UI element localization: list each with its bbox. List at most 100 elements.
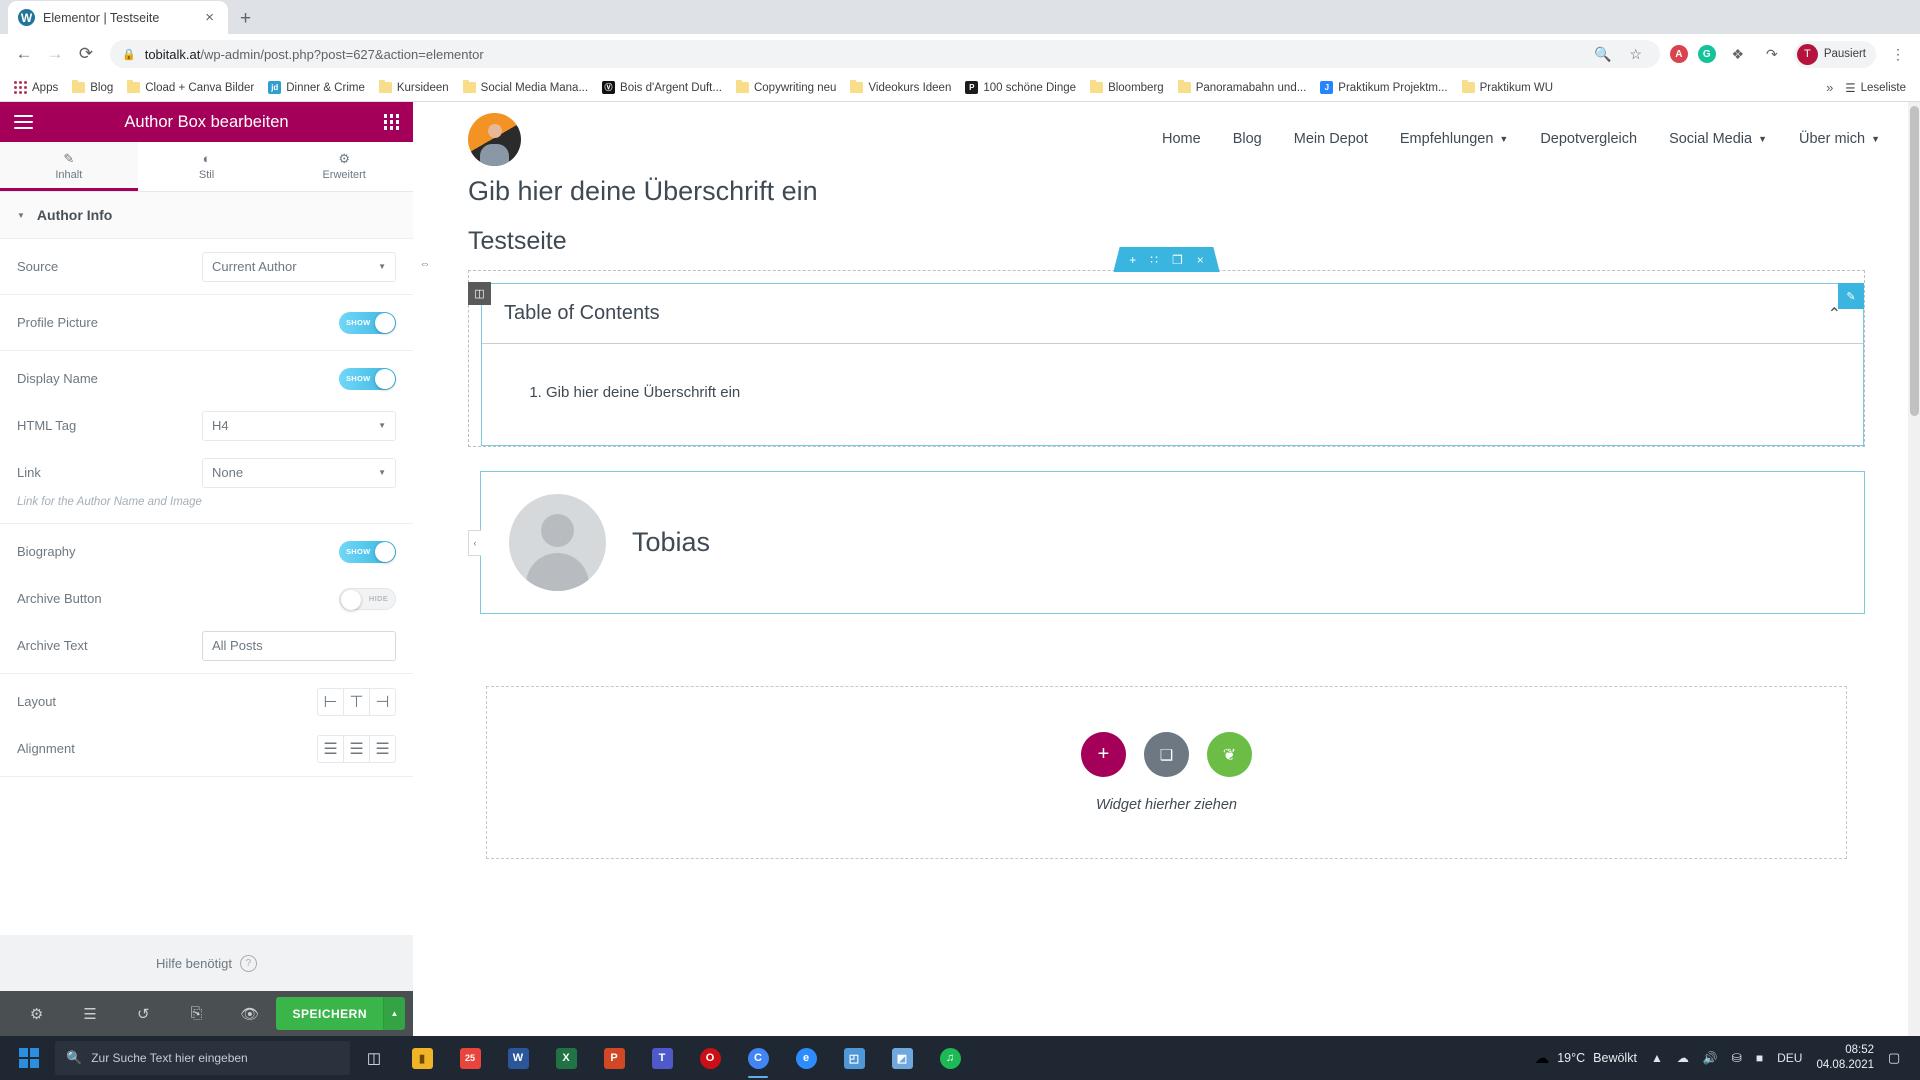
taskbar-search[interactable]: 🔍 Zur Suche Text hier eingeben: [55, 1041, 350, 1075]
source-select[interactable]: Current Author ▼: [202, 251, 396, 282]
bookmark-social-media-mana[interactable]: Social Media Mana...: [457, 79, 594, 97]
biography-toggle[interactable]: SHOW: [339, 540, 396, 563]
start-button[interactable]: [6, 1036, 52, 1080]
display-name-toggle[interactable]: SHOW: [339, 367, 396, 390]
puzzle-extension-icon[interactable]: ❖: [1726, 42, 1750, 66]
new-tab-button[interactable]: +: [240, 8, 251, 30]
delete-icon[interactable]: ×: [1197, 254, 1204, 266]
settings-gear-icon[interactable]: ⚙: [10, 1005, 63, 1023]
bookmark-bois-dargent-duft[interactable]: Ⓥ Bois d'Argent Duft...: [596, 78, 728, 97]
bookmark-apps[interactable]: Apps: [8, 78, 64, 97]
weather-widget[interactable]: ☁ 19°C Bewölkt: [1534, 1049, 1637, 1067]
widget-collapse-icon[interactable]: ‹: [468, 529, 481, 556]
language-indicator[interactable]: DEU: [1777, 1051, 1802, 1065]
nav-link-social-media[interactable]: Social Media ▼: [1669, 131, 1767, 147]
scrollbar-thumb[interactable]: [1910, 106, 1919, 416]
column-handle-icon[interactable]: ◫: [468, 282, 491, 305]
taskbar-app-file-explorer[interactable]: ▮: [398, 1036, 446, 1080]
profile-chip[interactable]: T Pausiert: [1793, 40, 1876, 68]
chrome-menu-icon[interactable]: ⋮: [1886, 42, 1910, 66]
battery-icon[interactable]: ■: [1756, 1051, 1763, 1065]
panel-resize-handle[interactable]: ⇔: [413, 257, 437, 271]
question-icon[interactable]: ?: [239, 954, 257, 972]
bookmark-panoramabahn-und[interactable]: Panoramabahn und...: [1172, 79, 1313, 97]
link-select[interactable]: None ▼: [202, 457, 396, 488]
tab-stil[interactable]: ◐ Stil: [138, 142, 276, 191]
bookmark-dinner-crime[interactable]: jd Dinner & Crime: [262, 78, 371, 97]
archive-button-toggle[interactable]: HIDE: [339, 587, 396, 610]
onedrive-icon[interactable]: ☁: [1677, 1051, 1689, 1065]
author-box-widget[interactable]: ‹ Tobias: [468, 471, 1865, 614]
nav-link-blog[interactable]: Blog: [1233, 131, 1262, 147]
align-right-icon[interactable]: ☰: [369, 734, 396, 763]
taskbar-app-chrome[interactable]: C: [734, 1036, 782, 1080]
close-icon[interactable]: ×: [201, 8, 218, 27]
search-zoom-icon[interactable]: 🔍: [1591, 42, 1615, 66]
browser-tab[interactable]: W Elementor | Testseite ×: [8, 1, 228, 34]
bookmark-copywriting-neu[interactable]: Copywriting neu: [730, 79, 842, 97]
taskbar-clock[interactable]: 08:52 04.08.2021: [1816, 1043, 1874, 1072]
navigator-layers-icon[interactable]: ☰: [63, 1005, 116, 1023]
save-options-caret-icon[interactable]: ▲: [383, 997, 405, 1030]
taskbar-app-excel[interactable]: X: [542, 1036, 590, 1080]
layout-right-icon[interactable]: ⊣: [369, 687, 396, 716]
back-icon[interactable]: ←: [10, 40, 38, 68]
reading-list-button[interactable]: ☰ Leseliste: [1845, 81, 1906, 95]
grammarly-extension-icon[interactable]: G: [1697, 45, 1716, 63]
history-revisions-icon[interactable]: ↺: [117, 1005, 170, 1023]
add-element-icon[interactable]: +: [1129, 254, 1136, 266]
profile-picture-toggle[interactable]: SHOW: [339, 311, 396, 334]
bookmark-praktikum-wu[interactable]: Praktikum WU: [1456, 79, 1559, 97]
archive-text-input[interactable]: [202, 630, 396, 661]
lastpass-extension-icon[interactable]: ↷: [1760, 42, 1784, 66]
table-of-contents-widget[interactable]: ✎ Table of Contents ⌃ Gib hier deine Übe…: [481, 283, 1864, 446]
preview-eye-icon[interactable]: 👁: [223, 1005, 276, 1023]
nav-link-mein-depot[interactable]: Mein Depot: [1294, 131, 1368, 147]
taskbar-app-spotify[interactable]: ♫: [926, 1036, 974, 1080]
widget-dropzone[interactable]: + ❑ ❦ Widget hierher ziehen: [486, 686, 1847, 859]
notification-center-icon[interactable]: ▢: [1888, 1050, 1904, 1066]
taskbar-app-paint[interactable]: ◩: [878, 1036, 926, 1080]
address-bar[interactable]: 🔒 tobitalk.at/wp-admin/post.php?post=627…: [110, 40, 1660, 68]
star-icon[interactable]: ☆: [1624, 42, 1648, 66]
volume-icon[interactable]: 🔊: [1703, 1051, 1718, 1065]
nav-link-empfehlungen[interactable]: Empfehlungen ▼: [1400, 131, 1508, 147]
taskbar-app-edge[interactable]: e: [782, 1036, 830, 1080]
task-view-icon[interactable]: ◫: [350, 1036, 398, 1080]
bookmark-blog[interactable]: Blog: [66, 79, 119, 97]
tab-inhalt[interactable]: ✎ Inhalt: [0, 142, 138, 191]
drag-handle-icon[interactable]: ∷: [1150, 254, 1158, 266]
template-folder-button[interactable]: ❑: [1144, 732, 1189, 777]
hamburger-icon[interactable]: [14, 114, 33, 130]
bookmark-100-schoene-dinge[interactable]: P 100 schöne Dinge: [959, 78, 1082, 97]
nav-link-ueber-mich[interactable]: Über mich ▼: [1799, 131, 1880, 147]
canvas-scrollbar[interactable]: [1908, 102, 1920, 1036]
bookmark-bloomberg[interactable]: Bloomberg: [1084, 79, 1170, 97]
bookmark-kursideen[interactable]: Kursideen: [373, 79, 455, 97]
bookmark-praktikum-projektm[interactable]: J Praktikum Projektm...: [1314, 78, 1453, 97]
add-block-button[interactable]: ❦: [1207, 732, 1252, 777]
taskbar-app-powerpoint[interactable]: P: [590, 1036, 638, 1080]
save-button[interactable]: SPEICHERN: [276, 997, 383, 1030]
bookmarks-overflow-icon[interactable]: »: [1826, 80, 1833, 95]
network-icon[interactable]: ⛁: [1732, 1051, 1742, 1065]
chevron-up-icon[interactable]: ▲: [1651, 1051, 1663, 1065]
list-item[interactable]: Gib hier deine Überschrift ein: [546, 384, 1841, 401]
tab-erweitert[interactable]: ⚙ Erweitert: [275, 142, 413, 191]
nav-link-home[interactable]: Home: [1162, 131, 1201, 147]
html-tag-select[interactable]: H4 ▼: [202, 410, 396, 441]
align-left-icon[interactable]: ☰: [317, 734, 344, 763]
taskbar-app-photos[interactable]: ◰: [830, 1036, 878, 1080]
nav-link-depotvergleich[interactable]: Depotvergleich: [1540, 131, 1637, 147]
layout-top-icon[interactable]: ⊤: [343, 687, 370, 716]
edit-widget-icon[interactable]: ✎: [1838, 283, 1864, 309]
taskbar-app-teams[interactable]: T: [638, 1036, 686, 1080]
section-author-info[interactable]: ▼ Author Info: [0, 192, 413, 239]
taskbar-app-word[interactable]: W: [494, 1036, 542, 1080]
add-section-button[interactable]: +: [1081, 732, 1126, 777]
widgets-grid-icon[interactable]: [383, 114, 399, 130]
taskbar-app-opera[interactable]: O: [686, 1036, 734, 1080]
forward-icon[interactable]: →: [41, 40, 69, 68]
bookmark-cload-canva-bilder[interactable]: Cload + Canva Bilder: [121, 79, 260, 97]
taskbar-app-calendar[interactable]: 25: [446, 1036, 494, 1080]
